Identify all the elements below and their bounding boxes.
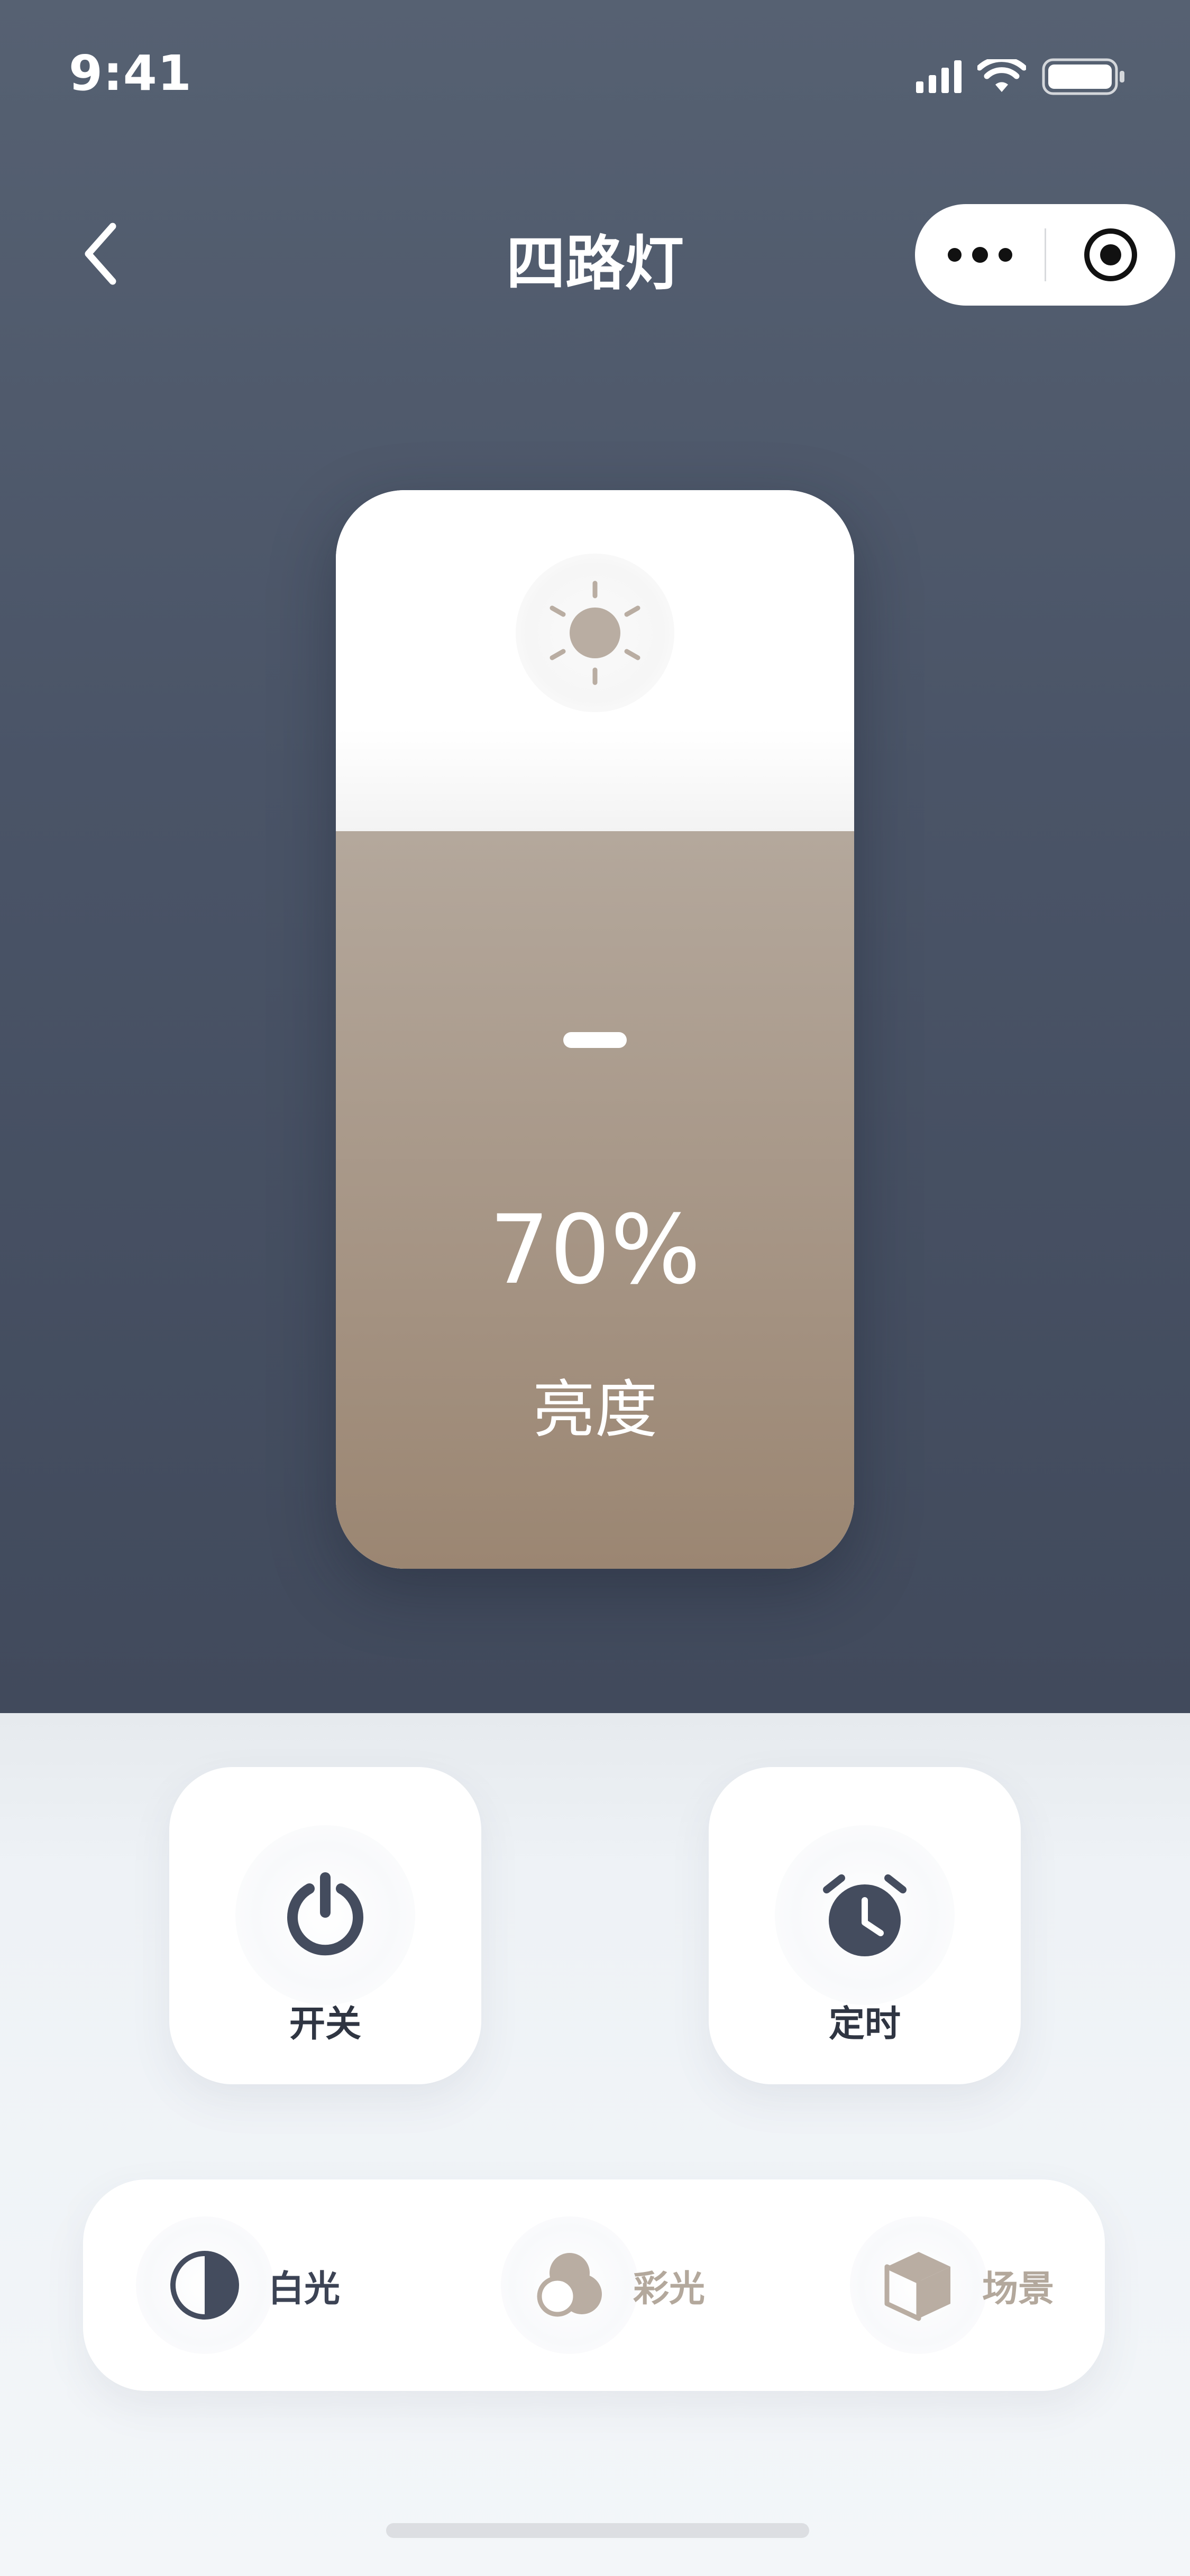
timer-button[interactable]: 定时 [709,1767,1021,2084]
brightness-value: 70% [489,1195,701,1305]
power-label: 开关 [289,2003,361,2045]
wifi-icon [977,59,1026,92]
power-icon-wrap [235,1825,415,2005]
mini-program-capsule [915,204,1175,306]
more-button[interactable] [915,204,1045,306]
power-icon [287,1872,363,1956]
close-target-icon [1084,228,1137,281]
half-circle-icon [170,2251,239,2320]
mode-white-light[interactable]: 白光 [136,2179,340,2391]
mode-scene-label: 场景 [982,2268,1055,2310]
alarm-clock-icon [823,1874,907,1956]
battery-icon [1042,58,1124,95]
mode-tab-bar: 白光 彩光 场景 [83,2179,1105,2391]
sun-icon [550,581,640,685]
status-icons [916,58,1127,95]
brightness-label: 亮度 [532,1373,657,1446]
color-circles-icon-wrap [501,2216,638,2354]
power-button[interactable]: 开关 [169,1767,481,2084]
alarm-icon-wrap [775,1825,955,2005]
mode-scene[interactable]: 场景 [850,2179,1054,2391]
signal-icon [916,60,962,93]
timer-label: 定时 [828,2003,901,2045]
mode-color-light[interactable]: 彩光 [501,2179,705,2391]
cube-icon [884,2252,950,2321]
color-circles-icon [537,2253,602,2317]
half-circle-icon-wrap [136,2216,273,2354]
sun-icon-wrap [516,554,674,712]
cube-icon-wrap [850,2216,987,2354]
close-button[interactable] [1046,204,1175,306]
home-indicator[interactable] [386,2523,809,2538]
status-time: 9:41 [69,45,192,102]
mode-color-label: 彩光 [633,2268,706,2310]
more-dots-icon [947,247,1012,263]
brightness-drag-handle[interactable] [563,1032,627,1048]
mode-white-label: 白光 [268,2268,341,2310]
